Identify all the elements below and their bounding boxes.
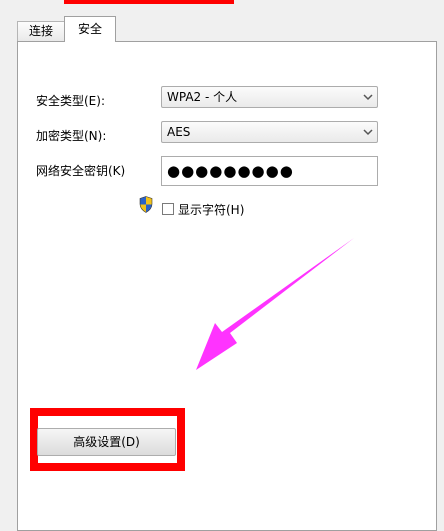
show-characters-label[interactable]: 显示字符(H) xyxy=(178,201,244,218)
tab-connection-label: 连接 xyxy=(28,24,53,38)
chevron-down-icon xyxy=(363,129,373,136)
uac-shield-icon xyxy=(139,196,153,213)
top-highlight-box xyxy=(64,0,234,4)
advanced-settings-label: 高级设置(D) xyxy=(73,435,140,449)
security-type-select[interactable]: WPA2 - 个人 xyxy=(161,86,378,108)
security-type-label: 安全类型(E): xyxy=(36,94,105,108)
tab-connection[interactable]: 连接 xyxy=(17,21,65,41)
tab-security-label: 安全 xyxy=(77,22,102,36)
advanced-settings-button[interactable]: 高级设置(D) xyxy=(37,428,176,456)
security-type-value: WPA2 - 个人 xyxy=(167,90,238,104)
encryption-type-select[interactable]: AES xyxy=(161,121,378,143)
encryption-type-label: 加密类型(N): xyxy=(36,129,107,143)
network-key-input[interactable]: ●●●●●●●●● xyxy=(161,156,378,186)
encryption-type-value: AES xyxy=(167,125,191,139)
tab-security[interactable]: 安全 xyxy=(64,16,116,42)
network-key-label: 网络安全密钥(K) xyxy=(36,164,126,178)
wireless-properties-dialog: 连接 安全 安全类型(E): WPA2 - 个人 加密类型(N): AES 网络… xyxy=(0,0,444,531)
show-characters-checkbox[interactable] xyxy=(162,203,174,215)
security-panel: 安全类型(E): WPA2 - 个人 加密类型(N): AES 网络安全密钥(K… xyxy=(17,41,437,531)
chevron-down-icon xyxy=(363,94,373,101)
